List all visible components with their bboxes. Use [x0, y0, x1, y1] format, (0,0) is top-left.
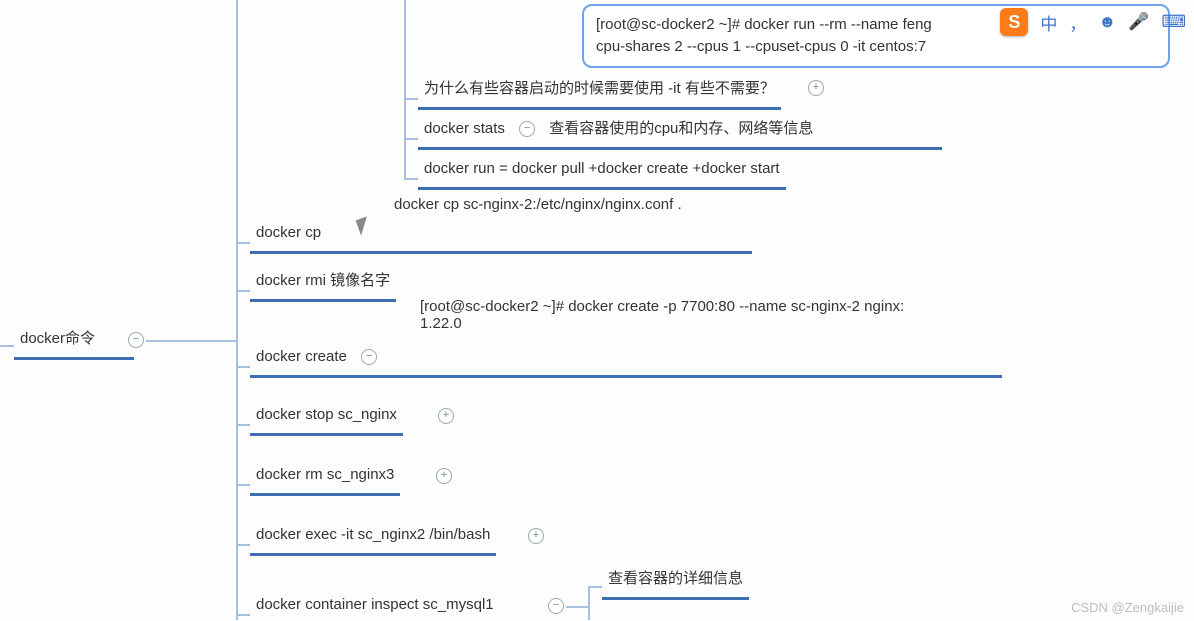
node-annotation: [root@sc-docker2 ~]# docker create -p 77… [420, 298, 980, 332]
ime-punct[interactable]: ， [1069, 10, 1086, 35]
collapse-icon[interactable]: − [519, 121, 535, 137]
node-label: 查看容器的详细信息 [608, 570, 743, 587]
node-docker-create[interactable]: docker create − [250, 342, 1002, 378]
node-label: docker container inspect sc_mysql1 [256, 596, 494, 613]
mouse-cursor-icon [358, 218, 374, 240]
node-docker-stats[interactable]: docker stats − 查看容器使用的cpu和内存、网络等信息 [418, 114, 942, 150]
node-label: docker stats [424, 120, 505, 137]
sogou-logo-icon[interactable]: S [1000, 8, 1028, 36]
ime-face-icon[interactable]: ☻ [1098, 12, 1116, 32]
watermark: CSDN @Zengkaijie [1071, 600, 1184, 615]
node-label: docker rm sc_nginx3 [256, 466, 394, 483]
node-note: 查看容器使用的cpu和内存、网络等信息 [549, 120, 813, 137]
collapse-icon[interactable]: − [128, 332, 144, 348]
node-label: docker stop sc_nginx [256, 406, 397, 423]
collapse-icon[interactable]: − [548, 598, 564, 614]
expand-icon[interactable]: + [438, 408, 454, 424]
ime-lang[interactable]: 中 [1040, 10, 1057, 35]
node-inspect-detail[interactable]: 查看容器的详细信息 [602, 564, 749, 600]
expand-icon[interactable]: + [808, 80, 824, 96]
root-node[interactable]: docker命令 [14, 324, 134, 360]
node-docker-cp[interactable]: docker cp [250, 218, 752, 254]
ime-keyboard-icon[interactable]: ⌨ [1161, 12, 1186, 32]
node-docker-rmi[interactable]: docker rmi 镜像名字 [250, 266, 396, 302]
node-label: 为什么有些容器启动的时候需要使用 -it 有些不需要？ [424, 80, 775, 97]
node-label: docker create [256, 348, 347, 365]
expand-icon[interactable]: + [528, 528, 544, 544]
node-annotation: docker cp sc-nginx-2:/etc/nginx/nginx.co… [394, 196, 682, 213]
ime-mic-icon[interactable]: 🎤 [1128, 12, 1149, 32]
node-docker-run-equation[interactable]: docker run = docker pull +docker create … [418, 154, 786, 190]
expand-icon[interactable]: + [436, 468, 452, 484]
ime-toolbar: S 中 ， ☻ 🎤 ⌨ [992, 4, 1194, 40]
node-label: docker cp [256, 224, 321, 241]
node-why-it[interactable]: 为什么有些容器启动的时候需要使用 -it 有些不需要？ [418, 74, 781, 110]
node-label: docker rmi 镜像名字 [256, 272, 390, 289]
node-docker-rm[interactable]: docker rm sc_nginx3 [250, 460, 400, 496]
node-docker-stop[interactable]: docker stop sc_nginx [250, 400, 403, 436]
node-docker-exec[interactable]: docker exec -it sc_nginx2 /bin/bash [250, 520, 496, 556]
node-docker-inspect[interactable]: docker container inspect sc_mysql1 [250, 590, 500, 621]
root-label: docker命令 [20, 330, 95, 347]
node-label: docker run = docker pull +docker create … [424, 160, 780, 177]
collapse-icon[interactable]: − [361, 349, 377, 365]
node-label: docker exec -it sc_nginx2 /bin/bash [256, 526, 490, 543]
